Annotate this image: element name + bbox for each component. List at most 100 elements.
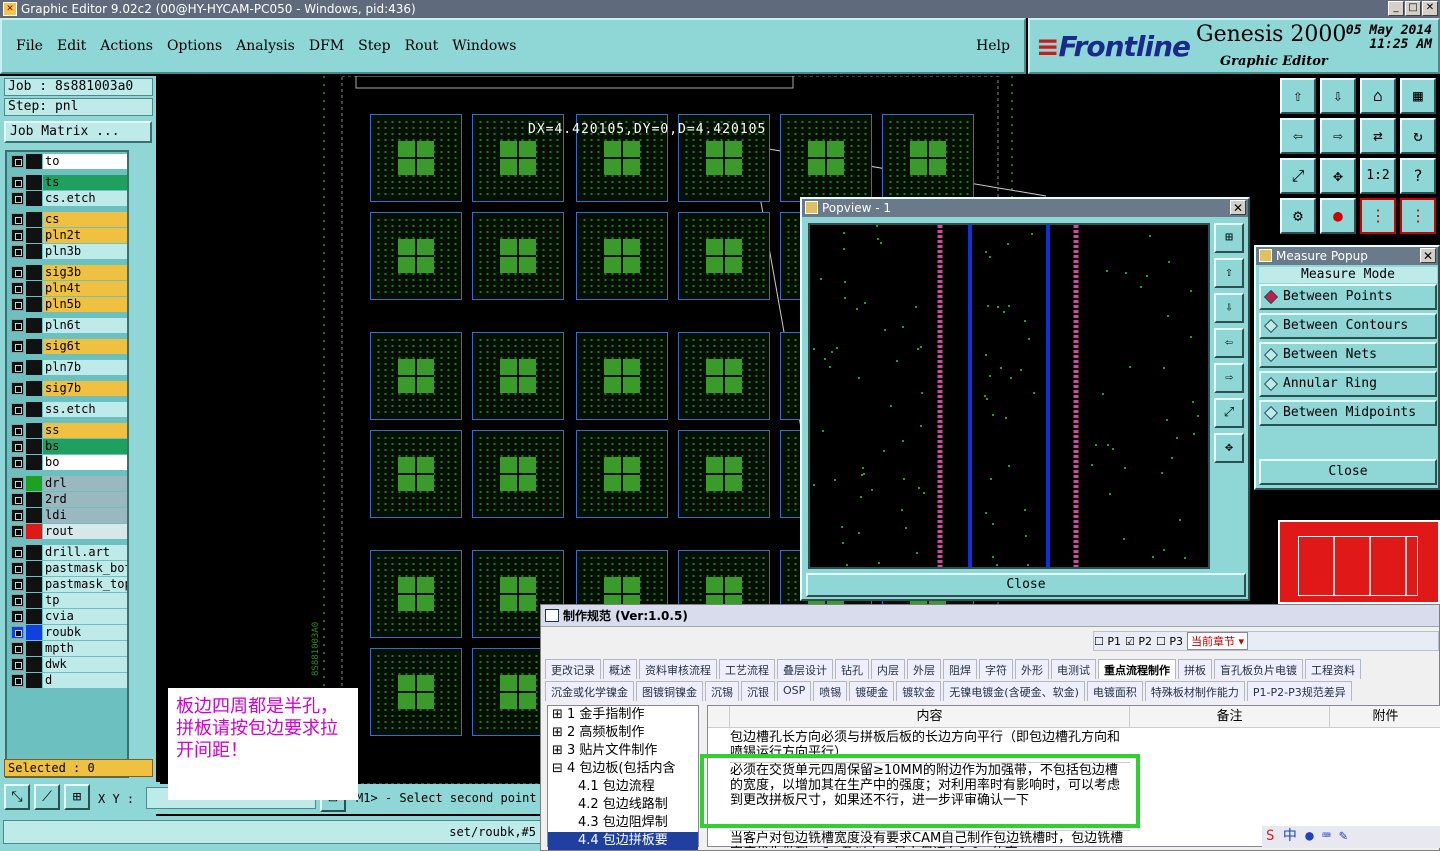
spec-tab[interactable]: 资料审核流程	[639, 659, 717, 679]
layer-checkbox[interactable]	[11, 319, 24, 332]
layer-color-swatch[interactable]	[26, 381, 42, 396]
popview-window[interactable]: Popview - 1 ✕ Close ⊞ ⇧ ⇩ ⇦ ⇨ ⤢ ✥	[800, 197, 1250, 601]
layer-row-sig3b[interactable]: sig3b	[9, 265, 127, 280]
scale-1-2-icon[interactable]: 1:2	[1360, 158, 1396, 194]
layer-color-swatch[interactable]	[26, 265, 42, 280]
table-row[interactable]: 当客户对包边铣槽宽度没有要求CAM自己制作包边铣槽时，包边铣槽宽度优先做到：6.…	[730, 830, 1130, 848]
spec-tab[interactable]: 字符	[979, 659, 1013, 679]
layer-color-swatch[interactable]	[26, 609, 42, 624]
layer-row-drill.art[interactable]: drill.art	[9, 545, 127, 560]
p2-checkbox[interactable]: ☑ P2	[1125, 635, 1152, 648]
spec-tab[interactable]: 工程资料	[1305, 659, 1361, 679]
layer-row-pastmask_bot[interactable]: pastmask_bot	[9, 561, 127, 576]
popview-close-button[interactable]: Close	[806, 573, 1246, 597]
window-grid-icon[interactable]: ▦	[1400, 78, 1436, 114]
layer-row-bo[interactable]: bo	[9, 455, 127, 470]
spec-tab[interactable]: 镀软金	[896, 681, 942, 701]
layer-row-pln5b[interactable]: pln5b	[9, 297, 127, 312]
layer-color-swatch[interactable]	[26, 297, 42, 312]
layer-color-swatch[interactable]	[26, 492, 42, 507]
layer-checkbox[interactable]	[11, 562, 24, 575]
measure-popup[interactable]: Measure Popup ✕ Measure Mode Between Poin…	[1254, 245, 1440, 490]
spec-tab[interactable]: 无镍电镀金(含硬金、软金)	[943, 681, 1085, 701]
menu-rout[interactable]: Rout	[405, 38, 439, 54]
layer-checkbox[interactable]	[11, 298, 24, 311]
draw-line-icon[interactable]: ⟋	[34, 784, 60, 810]
column-attachment[interactable]: 附件	[1330, 706, 1440, 728]
menu-actions[interactable]: Actions	[100, 38, 153, 54]
ime-mode[interactable]: 中	[1283, 828, 1297, 844]
layer-row-to[interactable]: to	[9, 154, 127, 169]
snap-icon[interactable]: ⚙	[1280, 198, 1316, 234]
layer-checkbox[interactable]	[11, 266, 24, 279]
layer-checkbox[interactable]	[11, 424, 24, 437]
mode-between-points[interactable]: Between Points	[1259, 284, 1437, 310]
tree-item[interactable]: ⊞ 3 贴片文件制作	[548, 742, 698, 760]
maximize-button[interactable]: □	[1405, 1, 1421, 16]
layer-row-ss.etch[interactable]: ss.etch	[9, 402, 127, 417]
help-icon[interactable]: ?	[1400, 158, 1436, 194]
spec-tab[interactable]: 钻孔	[835, 659, 869, 679]
popview-canvas[interactable]	[808, 223, 1210, 569]
mode-between-contours[interactable]: Between Contours	[1259, 313, 1437, 339]
tree-expander-icon[interactable]: ⊞	[552, 743, 567, 758]
measure-icon[interactable]: ●	[1320, 198, 1356, 234]
net-highlight-icon[interactable]: ⋮	[1400, 198, 1436, 234]
layer-checkbox[interactable]	[11, 477, 24, 490]
layer-row-pln6t[interactable]: pln6t	[9, 318, 127, 333]
layer-row-mpth[interactable]: mpth	[9, 641, 127, 656]
mode-between-midpoints[interactable]: Between Midpoints	[1259, 400, 1437, 426]
spec-tab[interactable]: 盲孔板负片电镀	[1214, 659, 1303, 679]
layer-color-swatch[interactable]	[26, 673, 42, 688]
p1-checkbox[interactable]: ☐ P1	[1094, 635, 1121, 648]
spec-tab[interactable]: 重点流程制作	[1098, 659, 1176, 679]
layer-color-swatch[interactable]	[26, 228, 42, 243]
home-icon[interactable]: ⌂	[1360, 78, 1396, 114]
spec-tab[interactable]: 镀硬金	[849, 681, 895, 701]
layer-row-sig7b[interactable]: sig7b	[9, 381, 127, 396]
close-window-button[interactable]: ✕	[1422, 1, 1438, 16]
home-down-icon[interactable]: ⇩	[1320, 78, 1356, 114]
layer-row-d[interactable]: d	[9, 673, 127, 688]
layer-checkbox[interactable]	[11, 525, 24, 538]
spec-tab[interactable]: 内层	[871, 659, 905, 679]
layer-row-pln3b[interactable]: pln3b	[9, 244, 127, 259]
layer-checkbox[interactable]	[11, 213, 24, 226]
tree-item[interactable]: ⊟ 4 包边板(包括内含	[548, 760, 698, 778]
layer-color-swatch[interactable]	[26, 191, 42, 206]
tree-item[interactable]: 4.2 包边线路制	[548, 796, 698, 814]
layer-checkbox[interactable]	[11, 245, 24, 258]
pv-fit-icon[interactable]: ⤢	[1214, 398, 1244, 428]
layer-checkbox[interactable]	[11, 546, 24, 559]
pv-down-icon[interactable]: ⇩	[1214, 293, 1244, 323]
menu-edit[interactable]: Edit	[57, 38, 86, 54]
center-icon[interactable]: ✥	[1320, 158, 1356, 194]
layer-color-swatch[interactable]	[26, 641, 42, 656]
menu-file[interactable]: File	[16, 38, 43, 54]
p3-checkbox[interactable]: ☐ P3	[1156, 635, 1183, 648]
layer-checkbox[interactable]	[11, 282, 24, 295]
spec-tab[interactable]: 阻焊	[943, 659, 977, 679]
layer-checkbox[interactable]	[11, 155, 24, 168]
layer-checkbox[interactable]	[11, 229, 24, 242]
pv-up-icon[interactable]: ⇧	[1214, 258, 1244, 288]
layer-checkbox[interactable]	[11, 509, 24, 522]
menu-analysis[interactable]: Analysis	[236, 38, 295, 54]
pv-zoom-icon[interactable]: ⊞	[1214, 223, 1244, 253]
layer-checkbox[interactable]	[11, 578, 24, 591]
layer-color-swatch[interactable]	[26, 625, 42, 640]
layer-color-swatch[interactable]	[26, 423, 42, 438]
layer-color-swatch[interactable]	[26, 455, 42, 470]
layer-row-2rd[interactable]: 2rd	[9, 492, 127, 507]
layer-checkbox[interactable]	[11, 456, 24, 469]
column-remarks[interactable]: 备注	[1130, 706, 1330, 728]
layer-row-cs.etch[interactable]: cs.etch	[9, 191, 127, 206]
menu-step[interactable]: Step	[358, 38, 390, 54]
select-arrow-icon[interactable]: ⤡	[4, 784, 30, 810]
spec-tab[interactable]: 图镀铜镍金	[636, 681, 703, 701]
spec-tab[interactable]: 电测试	[1051, 659, 1096, 679]
layer-row-ss[interactable]: ss	[9, 423, 127, 438]
layer-color-swatch[interactable]	[26, 212, 42, 227]
job-matrix-button[interactable]: Job Matrix ...	[4, 121, 152, 143]
tree-expander-icon[interactable]: ⊞	[552, 725, 567, 740]
